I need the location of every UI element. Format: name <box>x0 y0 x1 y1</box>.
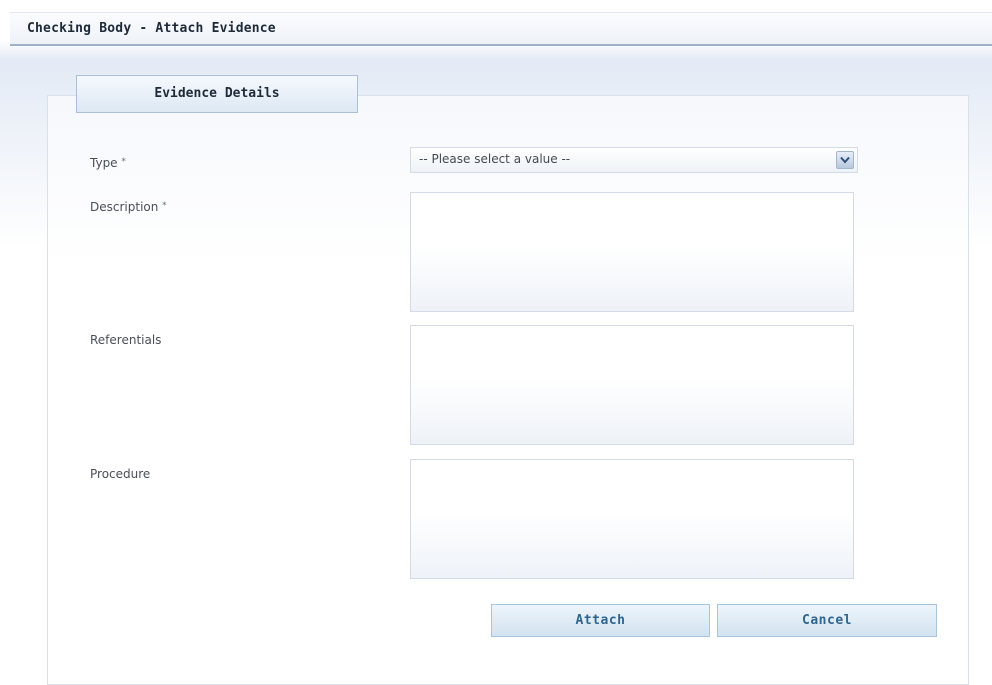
procedure-textarea[interactable] <box>410 459 854 579</box>
type-select-value: -- Please select a value -- <box>419 152 571 166</box>
description-textarea[interactable] <box>410 192 854 312</box>
description-label-text: Description <box>90 200 159 214</box>
referentials-label: Referentials <box>90 333 162 347</box>
type-label-text: Type <box>90 156 118 170</box>
type-select[interactable]: -- Please select a value -- <box>410 147 858 173</box>
window-title-bar: Checking Body - Attach Evidence <box>10 12 992 46</box>
tab-evidence-details[interactable]: Evidence Details <box>76 75 358 113</box>
window-title: Checking Body - Attach Evidence <box>27 21 276 36</box>
referentials-textarea[interactable] <box>410 325 854 445</box>
cancel-button[interactable]: Cancel <box>717 604 937 637</box>
description-label: Description * <box>90 200 167 214</box>
type-label: Type * <box>90 156 126 170</box>
chevron-down-icon[interactable] <box>836 151 854 169</box>
attach-button[interactable]: Attach <box>491 604 710 637</box>
procedure-label: Procedure <box>90 467 151 481</box>
type-required-mark: * <box>121 157 126 167</box>
description-required-mark: * <box>162 201 167 211</box>
